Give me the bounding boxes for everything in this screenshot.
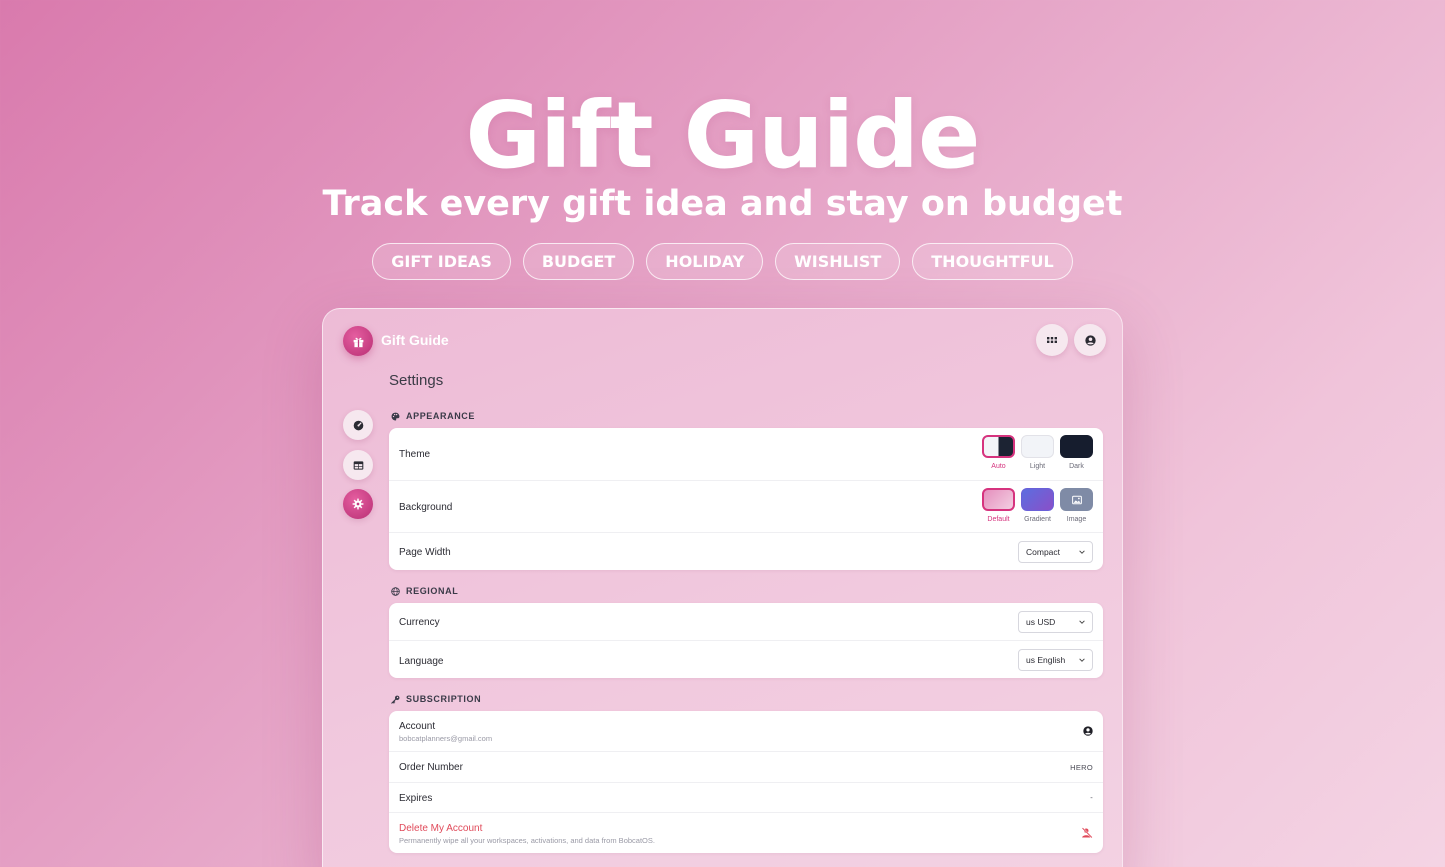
user-circle-icon	[1084, 334, 1096, 346]
delete-account-label[interactable]: Delete My Account	[399, 823, 482, 834]
sidebar-item-table[interactable]	[343, 450, 373, 480]
apps-grid-button[interactable]	[1036, 324, 1068, 356]
page-width-value: Compact	[1026, 547, 1061, 557]
grid-icon	[1047, 337, 1057, 343]
tag-wishlist: WISHLIST	[775, 243, 901, 280]
chevron-down-icon	[1079, 658, 1085, 662]
expires-row: Expires -	[389, 782, 1103, 812]
theme-label: Theme	[399, 449, 431, 460]
tag-budget: BUDGET	[522, 243, 635, 280]
theme-row: Theme Auto Light Dark	[389, 428, 1103, 480]
subscription-label-text: SUBSCRIPTION	[406, 694, 482, 704]
gift-icon	[353, 337, 363, 347]
profile-button[interactable]	[1074, 324, 1106, 356]
appearance-section-label: APPEARANCE	[391, 411, 475, 421]
background-gradient-preview	[1021, 488, 1054, 511]
currency-row: Currency us USD	[389, 603, 1103, 640]
background-option-gradient[interactable]: Gradient	[1021, 488, 1054, 523]
theme-option-auto[interactable]: Auto	[982, 435, 1015, 470]
expires-label: Expires	[399, 793, 433, 804]
order-number-row: Order Number HERO	[389, 751, 1103, 782]
key-icon	[391, 695, 400, 704]
table-icon	[353, 460, 363, 470]
page-title: Settings	[389, 372, 444, 389]
language-label: Language	[399, 656, 444, 667]
background-options: Default Gradient Image	[982, 488, 1093, 523]
hero-subtitle: Track every gift idea and stay on budget	[322, 184, 1123, 224]
account-email: bobcatplanners@gmail.com	[399, 734, 493, 743]
regional-section-label: REGIONAL	[391, 586, 458, 596]
image-icon	[1071, 495, 1082, 504]
tag-gift-ideas: GIFT IDEAS	[372, 243, 511, 280]
user-circle-icon[interactable]	[1083, 726, 1093, 736]
dashboard-icon	[353, 420, 363, 430]
language-select[interactable]: us English	[1018, 649, 1093, 671]
chevron-down-icon	[1079, 550, 1085, 554]
tag-holiday: HOLIDAY	[646, 243, 764, 280]
page-width-label: Page Width	[399, 547, 451, 558]
gear-icon	[352, 498, 364, 510]
page-width-row: Page Width Compact	[389, 532, 1103, 570]
sidebar-item-dashboard[interactable]	[343, 410, 373, 440]
subscription-card: Account bobcatplanners@gmail.com Order N…	[389, 711, 1103, 853]
delete-account-description: Permanently wipe all your workspaces, ac…	[399, 836, 655, 845]
regional-label-text: REGIONAL	[406, 586, 459, 596]
palette-icon	[391, 412, 400, 420]
currency-label: Currency	[399, 617, 440, 628]
globe-icon	[391, 586, 400, 596]
subscription-section-label: SUBSCRIPTION	[391, 694, 481, 704]
appearance-label-text: APPEARANCE	[406, 411, 476, 421]
hero-title: Gift Guide	[465, 82, 981, 189]
expires-value: -	[1090, 793, 1093, 802]
background-option-image[interactable]: Image	[1060, 488, 1093, 523]
theme-light-preview	[1021, 435, 1054, 458]
theme-option-dark[interactable]: Dark	[1060, 435, 1093, 470]
app-window: Gift Guide Settings APPEARANCE Theme Aut…	[322, 308, 1123, 867]
language-row: Language us English	[389, 640, 1103, 678]
page-width-select[interactable]: Compact	[1018, 541, 1093, 563]
theme-options: Auto Light Dark	[982, 435, 1093, 470]
account-row: Account bobcatplanners@gmail.com	[389, 711, 1103, 751]
background-label: Background	[399, 502, 453, 513]
background-image-preview	[1060, 488, 1093, 511]
tag-list: GIFT IDEAS BUDGET HOLIDAY WISHLIST THOUG…	[0, 243, 1445, 280]
chevron-down-icon	[1079, 620, 1085, 624]
language-value: us English	[1026, 655, 1066, 665]
account-label: Account	[399, 721, 436, 732]
user-remove-icon[interactable]	[1081, 827, 1093, 839]
theme-option-light[interactable]: Light	[1021, 435, 1054, 470]
theme-light-caption: Light	[1029, 463, 1046, 470]
background-row: Background Default Gradient Image	[389, 480, 1103, 532]
appearance-card: Theme Auto Light Dark Background Default…	[389, 428, 1103, 570]
background-image-caption: Image	[1066, 516, 1087, 523]
theme-dark-preview	[1060, 435, 1093, 458]
app-title: Gift Guide	[381, 332, 449, 348]
delete-account-row[interactable]: Delete My Account Permanently wipe all y…	[389, 812, 1103, 853]
currency-select[interactable]: us USD	[1018, 611, 1093, 633]
tag-thoughtful: THOUGHTFUL	[912, 243, 1073, 280]
sidebar-item-settings[interactable]	[343, 489, 373, 519]
theme-auto-preview	[982, 435, 1015, 458]
currency-value: us USD	[1026, 617, 1056, 627]
order-number-value: HERO	[1070, 763, 1093, 772]
background-option-default[interactable]: Default	[982, 488, 1015, 523]
theme-auto-caption: Auto	[991, 463, 1006, 470]
theme-dark-caption: Dark	[1069, 463, 1084, 470]
background-default-caption: Default	[987, 516, 1010, 523]
app-logo[interactable]	[343, 326, 373, 356]
order-number-label: Order Number	[399, 762, 463, 773]
regional-card: Currency us USD Language us English	[389, 603, 1103, 678]
background-gradient-caption: Gradient	[1024, 516, 1051, 523]
background-default-preview	[982, 488, 1015, 511]
